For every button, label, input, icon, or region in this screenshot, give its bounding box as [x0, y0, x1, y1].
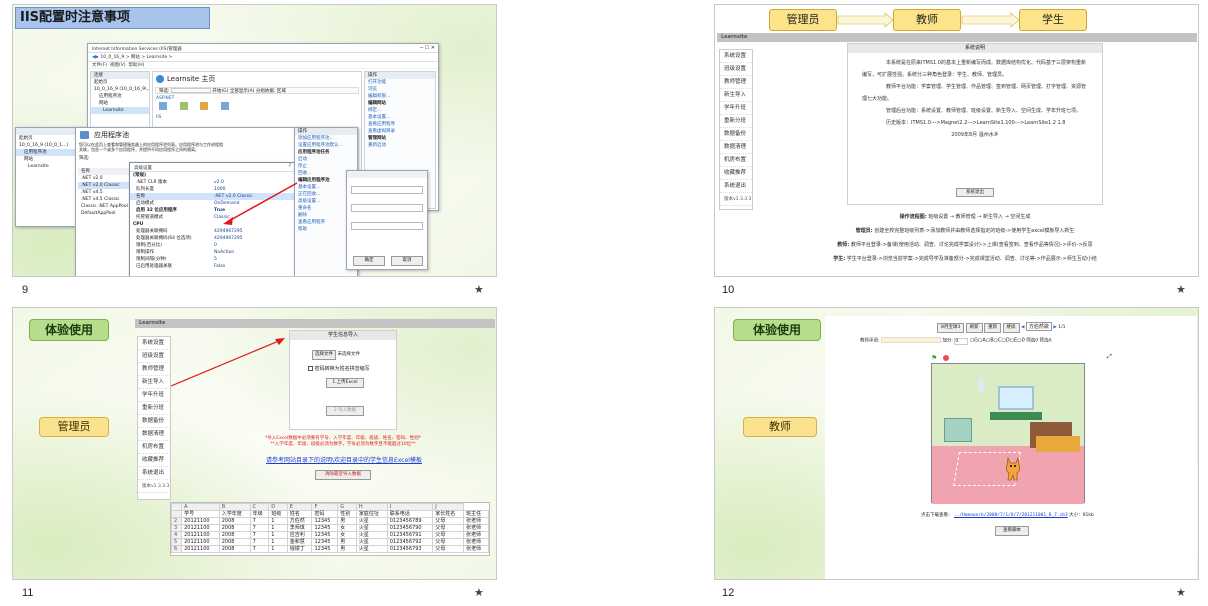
- slide-number: 9: [22, 284, 29, 296]
- slide-10[interactable]: 管理员 教师 学生 Learnsite 系统设置 班级设置 教师管理 新生导入 学年升班…: [714, 4, 1199, 277]
- bonus-input[interactable]: 0: [954, 337, 969, 345]
- slide-12[interactable]: 体验使用 教师 8月宝球3 刷新 重新 继续 ◀ 方伯然歌 ▶ 1/1 教师评语…: [714, 307, 1199, 580]
- prev-icon[interactable]: ◀: [1021, 325, 1024, 330]
- sidebar-item[interactable]: 系统设置: [720, 50, 752, 63]
- slide-9[interactable]: IIS配置时注意事项 Internet Information Services…: [12, 4, 497, 277]
- fullscreen-icon[interactable]: ⤢: [1107, 353, 1112, 361]
- reset-button[interactable]: 重新: [984, 323, 1002, 333]
- green-flag-icon[interactable]: ⚑: [931, 354, 937, 362]
- continue-button[interactable]: 继续: [1002, 323, 1020, 333]
- info-panel: 系统说明 本系统是在原来ITMS1.0的基本上重新编写而成。数据库结构优化、代码…: [847, 43, 1103, 205]
- slide-number: 12: [722, 587, 735, 599]
- next-icon[interactable]: ▶: [1053, 325, 1056, 330]
- bonus-label: 加分:: [942, 338, 953, 344]
- flow-text: 创建全校完整班级列表->添加教师并由教师选择指定的班级->使用学生excel模板…: [874, 228, 1075, 234]
- scratch-cat-icon: [1002, 454, 1024, 484]
- flow-label: 管理员:: [855, 228, 873, 234]
- info-title: 系统说明: [848, 44, 1102, 53]
- star-icon[interactable]: ★: [1176, 283, 1186, 296]
- stop-icon[interactable]: [943, 355, 949, 361]
- sidebar-item[interactable]: 班级设置: [720, 63, 752, 76]
- sidebar-item[interactable]: 新生导入: [720, 89, 752, 102]
- red-arrow: [170, 338, 285, 387]
- role-tag: 教师: [743, 417, 817, 437]
- admin-sidebar: 系统设置 班级设置 教师管理 新生导入 学年升班 重新分班 数据备份 数据清理 机房布置 收藏推荐…: [719, 49, 753, 210]
- slide-number: 10: [722, 284, 735, 296]
- sidebar-item[interactable]: 数据清理: [720, 141, 752, 154]
- page-indicator: 1/1: [1058, 325, 1066, 330]
- view-script-button[interactable]: 查看脚本: [995, 526, 1029, 536]
- grade-options[interactable]: ○G○A○B○C○D○E○0: [970, 338, 1025, 344]
- check-filter-a[interactable]: 筛选A: [1040, 339, 1052, 344]
- flow-label: 教师:: [837, 242, 850, 248]
- sidebar-item[interactable]: 系统退出: [720, 180, 752, 193]
- toolbar-btn-1[interactable]: 8月宝球3: [937, 323, 965, 333]
- star-icon[interactable]: ★: [474, 283, 484, 296]
- refresh-button[interactable]: 刷新: [965, 323, 983, 333]
- info-paragraph: 管理后台功能：系统设置、教师管理、班级设置、新生导入、空间生成、学年升班七项。: [886, 108, 1082, 114]
- scratch-stage: [931, 363, 1085, 504]
- comment-label: 教师评语:: [860, 338, 880, 344]
- flow-text: 教师平台登录->备课(使用活动、调查、讨论完成学案设计)->上课(查看签到、查看…: [850, 242, 1093, 248]
- sidebar-item[interactable]: 数据备份: [720, 128, 752, 141]
- experience-tag: 体验使用: [733, 319, 821, 341]
- star-icon[interactable]: ★: [474, 586, 484, 599]
- sidebar-item[interactable]: 机房布置: [720, 154, 752, 167]
- file-link[interactable]: ../Homework/2008/7/1/8/7/201211001_8_7.s…: [954, 513, 1068, 518]
- flow-label: 学生:: [833, 256, 846, 262]
- sidebar-item[interactable]: 重新分班: [720, 115, 752, 128]
- file-size: 大小：91kb: [1069, 513, 1094, 518]
- flow-text: 班级设置 → 教师管理 → 新生导入 → 空间生成: [928, 214, 1031, 220]
- info-paragraph: 本系统是在原来ITMS1.0的基本上重新编写而成。数据库结构优化、代码基于三层架…: [862, 60, 1086, 78]
- slide-11[interactable]: 体验使用 管理员 Learnsite 系统设置 班级设置 教师管理 新生导入 学年升班重…: [12, 307, 497, 580]
- download-label: 点击下载查看：: [921, 513, 953, 518]
- version-label: 版本v1.3.3.3: [720, 193, 752, 206]
- red-arrow: [223, 182, 298, 225]
- star-icon[interactable]: ★: [1176, 586, 1186, 599]
- check-filter-0[interactable]: 筛选0: [1026, 339, 1038, 344]
- grading-page: 8月宝球3 刷新 重新 继续 ◀ 方伯然歌 ▶ 1/1 教师评语: 加分: 0 …: [825, 316, 1197, 579]
- logout-button[interactable]: 系统退出: [956, 188, 994, 197]
- flow-label: 操作流程图:: [899, 214, 927, 220]
- sidebar-item[interactable]: 收藏推荐: [720, 167, 752, 180]
- info-paragraph: 教师平台功能：学案管理、学生管理、作品管理、签到管理、网页管理、打字管理、资源管…: [862, 84, 1087, 102]
- sidebar-item[interactable]: 教师管理: [720, 76, 752, 89]
- slide-number: 11: [22, 587, 34, 599]
- student-select[interactable]: 方伯然歌: [1025, 322, 1052, 331]
- learnsite-header: Learnsite: [717, 33, 1197, 42]
- flow-text: 学生平台登录->浏览当前学案->完成导学及准备部分->完成课堂活动、调查、讨论等…: [846, 256, 1097, 262]
- comment-input[interactable]: [880, 337, 941, 343]
- info-paragraph: 2009年8月 温州水乡: [951, 132, 999, 138]
- slide-sorter: IIS配置时注意事项 Internet Information Services…: [0, 0, 1208, 606]
- sidebar-item[interactable]: 学年升班: [720, 102, 752, 115]
- info-paragraph: 历史版本：ITMS1.0--->Magnet2.2--->LearnSite1.…: [886, 120, 1066, 126]
